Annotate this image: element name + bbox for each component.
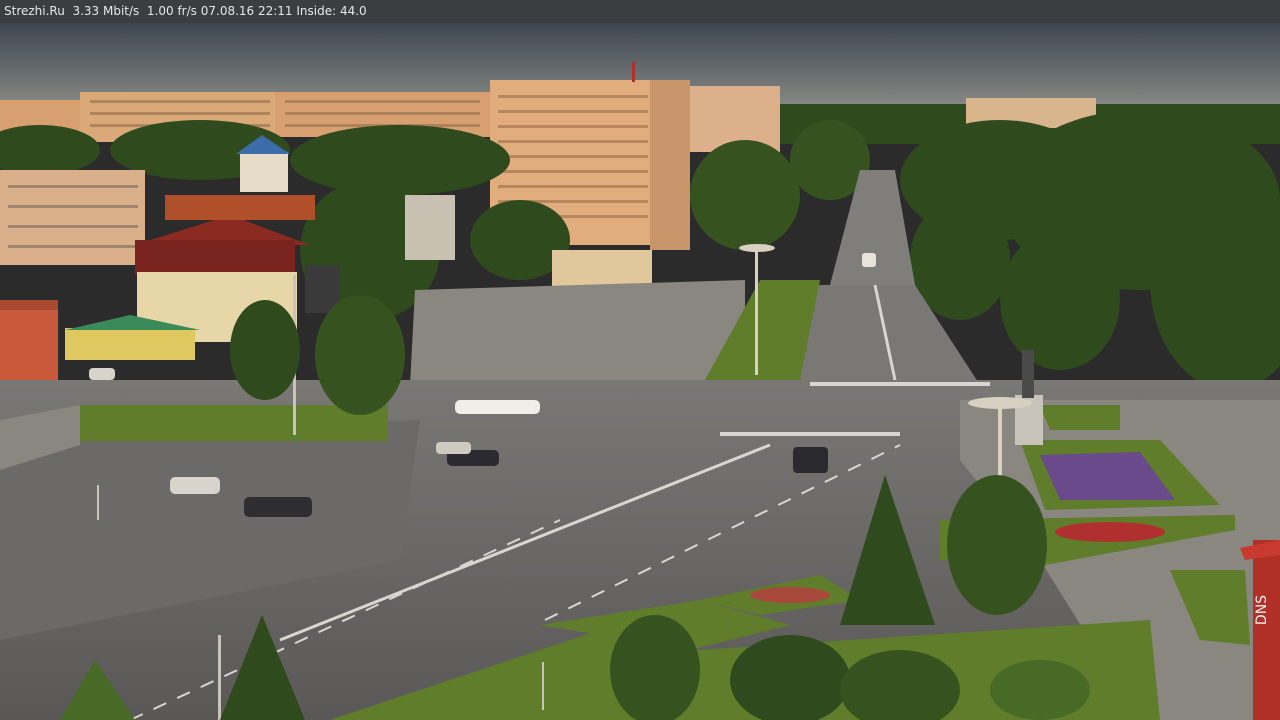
plaza [410,280,745,385]
five-storey-building-left [0,170,145,265]
red-flowers-lower [750,587,830,603]
lenin-monument-statue [1022,350,1034,398]
webcam-frame: DNS Strezhi.Ru 3.33 Mbit/s 1.00 fr/s 07.… [0,0,1280,720]
red-flowers [1055,522,1165,542]
left-lawn [78,405,388,441]
trees-right [900,110,1280,390]
median-lawn [1040,405,1120,430]
webcam-overlay-text: Strezhi.Ru 3.33 Mbit/s 1.00 fr/s 07.08.1… [0,0,1280,23]
town-square-photo: DNS [0,23,1280,720]
dns-sign-text: DNS [1254,595,1270,625]
blue-roof-building-mid [405,195,455,260]
